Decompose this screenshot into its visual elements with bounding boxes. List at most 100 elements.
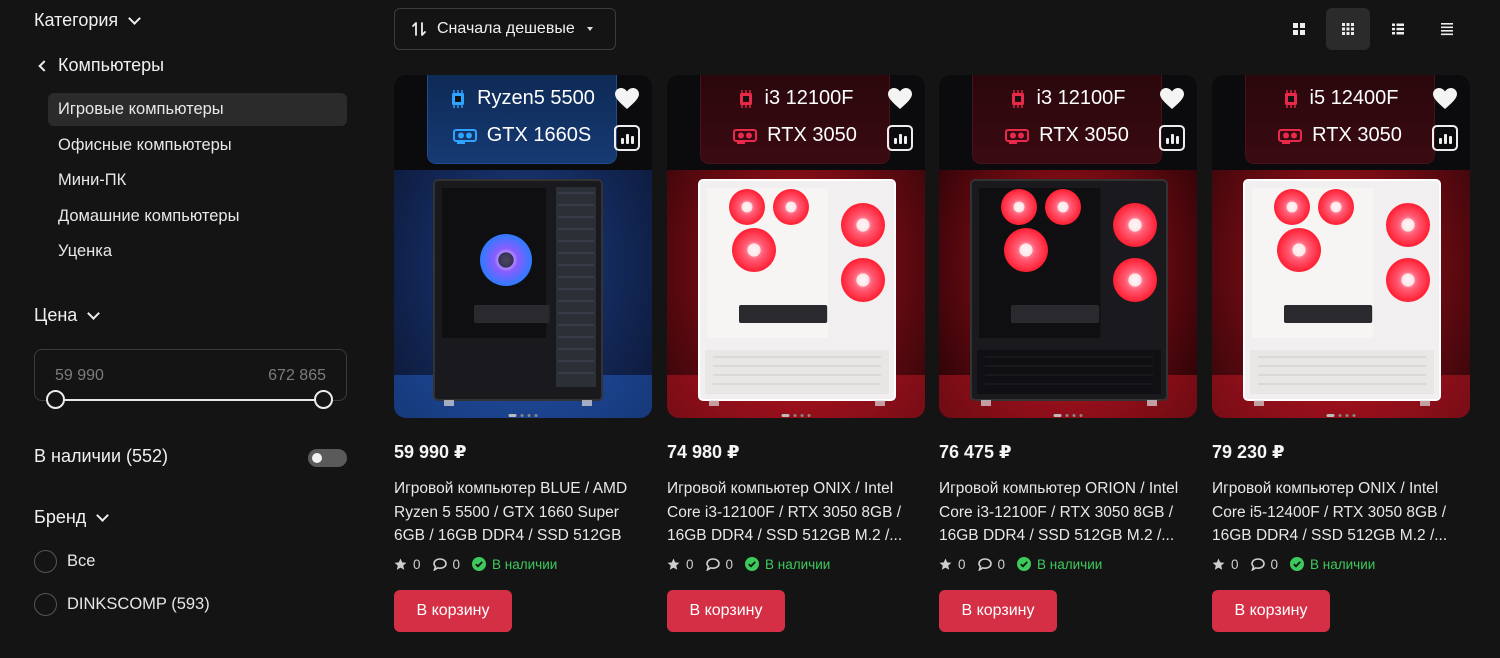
reviews-count: 0	[1270, 556, 1279, 572]
stock-status: В наличии	[1310, 556, 1376, 572]
check-circle-icon	[1290, 557, 1305, 571]
product-title[interactable]: Игровой компьютер ONIX / Intel Core i5-1…	[1212, 477, 1470, 548]
caret-down-icon	[586, 27, 593, 31]
spec-panel: i3 12100F RTX 3050	[973, 75, 1161, 163]
grid-small-icon	[1342, 23, 1354, 35]
filter-sidebar: Категория Компьютеры Игровые компьютеры …	[0, 0, 370, 658]
cpu-chip-icon	[739, 89, 752, 108]
view-list-button[interactable]	[1376, 8, 1420, 50]
product-title[interactable]: Игровой компьютер ONIX / Intel Core i3-1…	[667, 477, 925, 548]
in-stock-label: В наличии (552)	[34, 446, 169, 466]
image-pagination	[1053, 414, 1083, 417]
category-filter-title: Категория	[34, 10, 119, 30]
sort-dropdown[interactable]: Сначала дешевые	[394, 8, 616, 50]
price-range-min-handle[interactable]	[46, 390, 65, 409]
toggle-knob	[312, 453, 322, 463]
compare-icon[interactable]	[614, 125, 640, 151]
check-circle-icon	[1017, 557, 1032, 571]
product-image[interactable]: Ryzen5 5500 GTX 1660S	[394, 75, 652, 418]
category-filter-header[interactable]: Категория	[34, 10, 142, 31]
cpu-label: i3 12100F	[764, 87, 854, 109]
gpu-spec: GTX 1660S	[428, 124, 616, 147]
sort-label: Сначала дешевые	[437, 20, 575, 37]
category-item-mini-pc[interactable]: Мини-ПК	[48, 164, 347, 197]
cpu-label: i3 12100F	[1036, 87, 1126, 109]
product-card[interactable]: Ryzen5 5500 GTX 1660S 59 990 ₽ Игровой к…	[394, 75, 652, 632]
heart-icon[interactable]	[614, 87, 640, 111]
cpu-spec: i3 12100F	[973, 87, 1161, 110]
heart-icon[interactable]	[1159, 87, 1185, 111]
product-card[interactable]: i5 12400F RTX 3050 79 230 ₽ Игровой комп…	[1212, 75, 1470, 632]
product-image[interactable]: i5 12400F RTX 3050	[1212, 75, 1470, 418]
brand-option-dinkscomp[interactable]: DINKSCOMP (593)	[34, 593, 210, 616]
cpu-chip-icon	[1284, 89, 1297, 108]
heart-icon[interactable]	[887, 87, 913, 111]
spec-panel: i3 12100F RTX 3050	[701, 75, 889, 163]
product-title[interactable]: Игровой компьютер BLUE / AMD Ryzen 5 550…	[394, 477, 652, 548]
gpu-card-icon	[733, 128, 758, 144]
view-grid-small-button[interactable]	[1326, 8, 1370, 50]
stock-status: В наличии	[1037, 556, 1103, 572]
view-grid-large-button[interactable]	[1277, 8, 1321, 50]
check-circle-icon	[745, 557, 760, 571]
comment-icon	[1250, 557, 1265, 571]
reviews-count: 0	[725, 556, 734, 572]
gpu-label: RTX 3050	[767, 124, 857, 146]
category-item-discount[interactable]: Уценка	[48, 235, 347, 268]
add-to-cart-button[interactable]: В корзину	[667, 590, 785, 632]
category-item-gaming[interactable]: Игровые компьютеры	[48, 93, 347, 126]
product-price: 76 475 ₽	[939, 442, 1012, 462]
compare-icon[interactable]	[1159, 125, 1185, 151]
radio-button[interactable]	[34, 550, 57, 573]
spec-panel: Ryzen5 5500 GTX 1660S	[428, 75, 616, 163]
gpu-label: GTX 1660S	[486, 124, 592, 146]
product-card[interactable]: i3 12100F RTX 3050 74 980 ₽ Игровой комп…	[667, 75, 925, 632]
gpu-card-icon	[1005, 128, 1030, 144]
add-to-cart-button[interactable]: В корзину	[939, 590, 1057, 632]
product-image[interactable]: i3 12100F RTX 3050	[667, 75, 925, 418]
price-filter-header[interactable]: Цена	[34, 305, 101, 326]
parent-category-link[interactable]: Компьютеры	[38, 55, 164, 76]
brand-option-all[interactable]: Все	[34, 550, 95, 573]
price-range-box[interactable]: 59 990 672 865	[34, 349, 347, 401]
star-icon	[939, 558, 952, 570]
gpu-card-icon	[1278, 128, 1303, 144]
product-image[interactable]: i3 12100F RTX 3050	[939, 75, 1197, 418]
brand-filter-header[interactable]: Бренд	[34, 507, 110, 528]
product-card[interactable]: i3 12100F RTX 3050 76 475 ₽ Игровой комп…	[939, 75, 1197, 632]
star-icon	[667, 558, 680, 570]
rating-value: 0	[413, 556, 421, 572]
heart-icon[interactable]	[1432, 87, 1458, 111]
radio-button[interactable]	[34, 593, 57, 616]
image-pagination	[508, 414, 538, 417]
add-to-cart-button[interactable]: В корзину	[394, 590, 512, 632]
price-max-input[interactable]: 672 865	[268, 367, 326, 385]
in-stock-toggle[interactable]	[308, 449, 347, 467]
price-range-max-handle[interactable]	[314, 390, 333, 409]
product-meta: 0 0 В наличии	[1212, 555, 1470, 573]
category-list: Игровые компьютеры Офисные компьютеры Ми…	[48, 93, 347, 271]
product-price: 79 230 ₽	[1212, 442, 1285, 462]
category-item-home[interactable]: Домашние компьютеры	[48, 200, 347, 233]
spec-panel: i5 12400F RTX 3050	[1246, 75, 1434, 163]
view-list-compact-button[interactable]	[1425, 8, 1469, 50]
product-title[interactable]: Игровой компьютер ORION / Intel Core i3-…	[939, 477, 1197, 548]
brand-filter-title: Бренд	[34, 507, 87, 527]
product-meta: 0 0 В наличии	[394, 555, 652, 573]
comment-icon	[432, 557, 447, 571]
star-icon	[1212, 558, 1225, 570]
cpu-spec: Ryzen5 5500	[428, 87, 616, 110]
gpu-spec: RTX 3050	[701, 124, 889, 147]
compare-icon[interactable]	[1432, 125, 1458, 151]
price-min-input[interactable]: 59 990	[55, 367, 104, 385]
rating-value: 0	[1231, 556, 1239, 572]
chevron-left-icon	[38, 59, 50, 72]
gpu-label: RTX 3050	[1039, 124, 1129, 146]
add-to-cart-button[interactable]: В корзину	[1212, 590, 1330, 632]
rating-value: 0	[958, 556, 966, 572]
chevron-down-icon	[87, 306, 101, 320]
category-item-office[interactable]: Офисные компьютеры	[48, 129, 347, 162]
list-compact-icon	[1441, 23, 1453, 36]
gpu-spec: RTX 3050	[1246, 124, 1434, 147]
compare-icon[interactable]	[887, 125, 913, 151]
